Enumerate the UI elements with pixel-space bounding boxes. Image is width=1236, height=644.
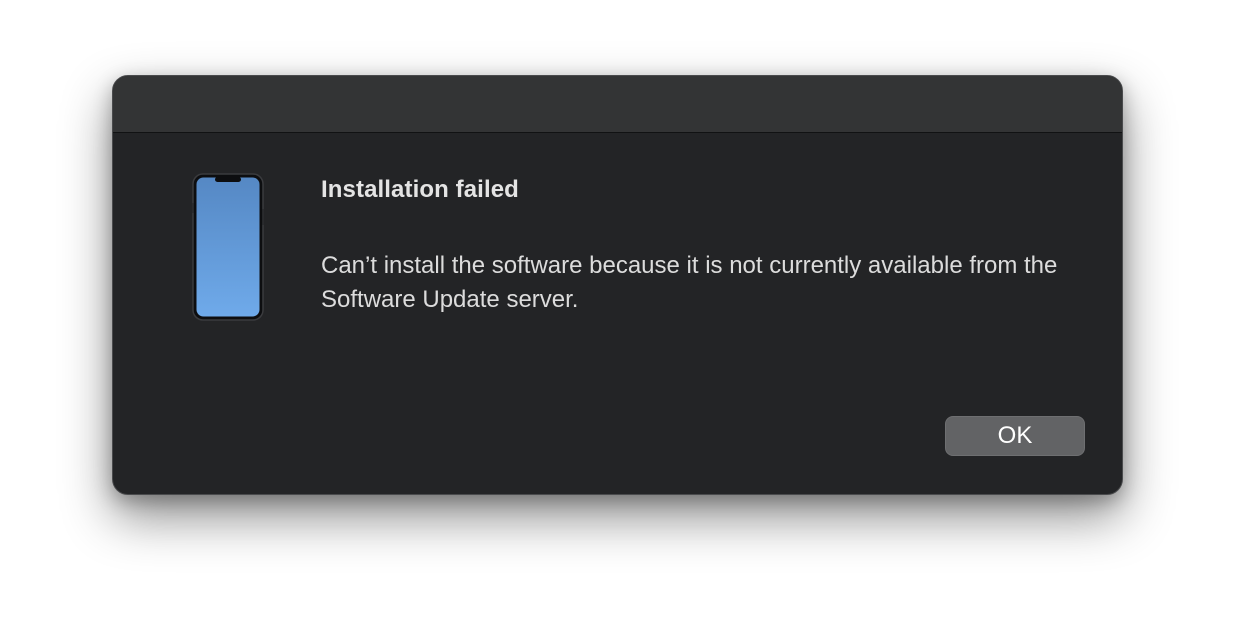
iphone-icon	[192, 173, 264, 321]
desktop-background: Installation failed Can’t install the so…	[0, 0, 1236, 644]
dialog-title: Installation failed	[321, 176, 519, 203]
dialog-titlebar[interactable]	[113, 76, 1122, 133]
alert-dialog: Installation failed Can’t install the so…	[112, 75, 1123, 495]
ok-button[interactable]: OK	[945, 416, 1085, 456]
dialog-message: Can’t install the software because it is…	[321, 252, 1058, 313]
